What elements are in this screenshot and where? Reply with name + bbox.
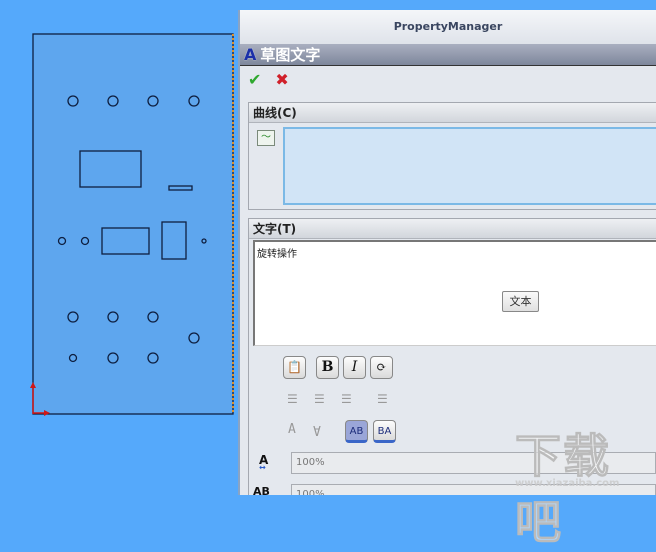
curves-selection-box[interactable] [283,127,656,205]
direction-ltr-button[interactable]: AB [345,420,368,443]
sketch-canvas[interactable] [0,0,238,495]
ok-button[interactable]: ✔ [248,70,261,89]
flip-upside-icon[interactable]: A [314,422,321,437]
watermark-url: www.xiazaiba.com [515,478,620,489]
text-section-header[interactable]: 文字(T) [249,219,656,239]
align-left-icon[interactable]: ☰ [287,392,298,406]
insert-text-button[interactable]: 文本 [502,291,539,312]
text-input[interactable]: 旋转操作 [253,240,656,346]
feature-title: 草图文字 [260,46,321,64]
align-right-icon[interactable]: ☰ [341,392,352,406]
link-to-property-button[interactable]: 📋 [283,356,306,379]
align-center-icon[interactable]: ☰ [314,392,325,406]
italic-button[interactable]: I [343,356,366,379]
spacing-icon: AB [253,485,270,495]
rotate-button[interactable]: ⟳ [370,356,393,379]
flip-vertical-icon[interactable]: A [288,422,296,437]
feature-header: A 草图文字 [240,44,656,66]
panel-title: PropertyManager [240,10,656,44]
sketch-plate [32,33,234,415]
curve-icon: 〜 [257,130,275,146]
curves-section-header[interactable]: 曲线(C) [249,103,656,123]
curves-section: 曲线(C) 〜 [248,102,656,210]
bold-button[interactable]: B [316,356,339,379]
direction-rtl-button[interactable]: BA [373,420,396,443]
width-factor-icon: A ↔ [259,453,269,472]
justify-icon[interactable]: ☰ [377,392,388,406]
sketch-text-icon: A [244,45,257,64]
cancel-button[interactable]: ✖ [275,70,288,89]
